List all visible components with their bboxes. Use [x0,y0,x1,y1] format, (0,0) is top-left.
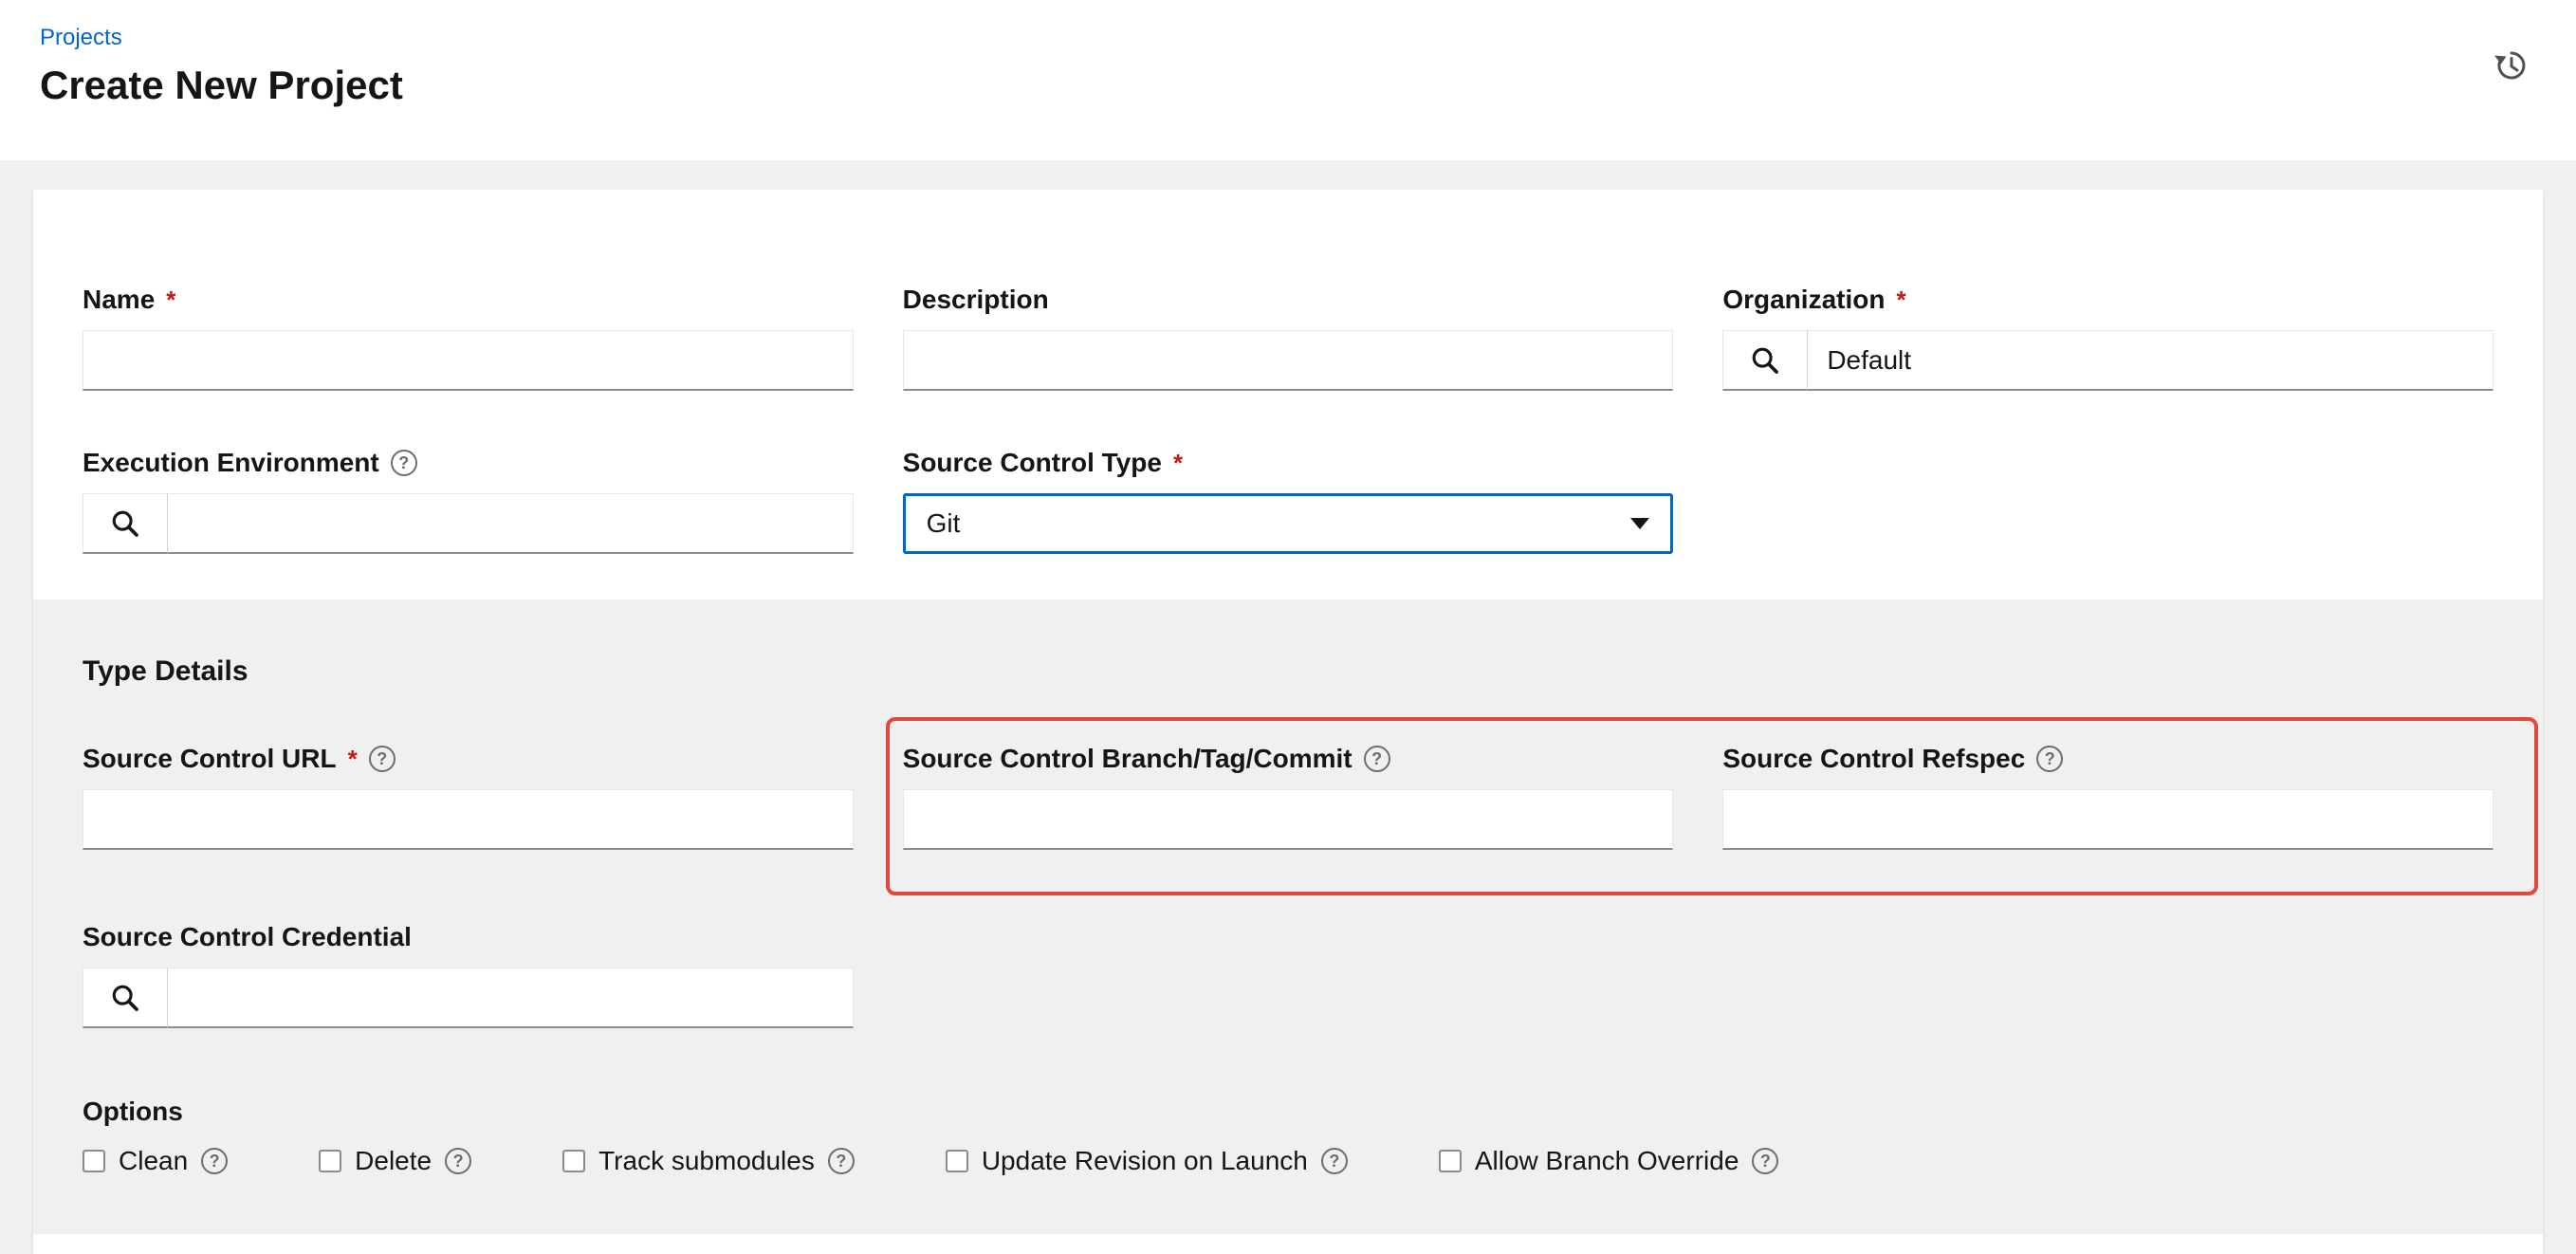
field-source-control-branch: Source Control Branch/Tag/Commit ? [903,744,1674,850]
breadcrumb: Projects [40,25,2576,51]
source-control-branch-input[interactable] [903,789,1674,850]
required-asterisk: * [1173,451,1183,475]
option-track-submodules: Track submodules ? [562,1146,855,1176]
help-icon[interactable]: ? [1364,746,1390,772]
field-description: Description [903,285,1674,391]
required-asterisk: * [166,287,175,312]
execution-environment-search-button[interactable] [83,493,168,554]
empty-cell [1722,448,2493,554]
source-control-refspec-field-label: Source Control Refspec ? [1722,744,2493,774]
organization-search-button[interactable] [1722,330,1808,391]
source-control-credential-label: Source Control Credential [83,922,412,952]
search-icon [109,507,141,540]
empty-cell [1722,922,2493,1028]
main-content: Name * Description Organization [0,160,2576,1254]
track-submodules-checkbox[interactable] [562,1150,585,1172]
source-control-credential-input[interactable] [168,968,854,1028]
source-control-branch-label: Source Control Branch/Tag/Commit [903,744,1352,774]
page-header: Projects Create New Project [0,0,2576,160]
field-source-control-type: Source Control Type * Git [903,448,1674,554]
execution-environment-lookup [83,493,854,554]
option-clean: Clean ? [83,1146,228,1176]
breadcrumb-projects-link[interactable]: Projects [40,25,122,51]
field-source-control-url: Source Control URL * ? [83,744,854,850]
field-organization: Organization * [1722,285,2493,391]
description-field-label: Description [903,285,1674,315]
form-row-3: Source Control URL * ? Source Control Br… [83,744,2493,850]
form-top-section: Name * Description Organization [33,190,2543,599]
help-icon[interactable]: ? [2036,746,2063,772]
source-control-credential-search-button[interactable] [83,968,168,1028]
source-control-url-label: Source Control URL [83,744,337,774]
type-details-heading: Type Details [83,655,2493,689]
form-card: Name * Description Organization [33,190,2543,1254]
source-control-branch-field-label: Source Control Branch/Tag/Commit ? [903,744,1674,774]
name-input[interactable] [83,330,854,391]
execution-environment-input[interactable] [168,493,854,554]
field-source-control-credential: Source Control Credential [83,922,854,1028]
help-icon[interactable]: ? [369,746,396,772]
empty-cell [903,922,1674,1028]
source-control-type-select[interactable]: Git [903,493,1674,554]
description-input[interactable] [903,330,1674,391]
source-control-refspec-input[interactable] [1722,789,2493,850]
description-label: Description [903,285,1049,315]
source-control-type-label: Source Control Type [903,448,1162,478]
clean-label: Clean [119,1146,188,1176]
help-icon[interactable]: ? [828,1148,855,1174]
source-control-refspec-label: Source Control Refspec [1722,744,2025,774]
clean-checkbox[interactable] [83,1150,105,1172]
execution-environment-field-label: Execution Environment ? [83,448,854,478]
help-icon[interactable]: ? [201,1148,228,1174]
source-control-url-input[interactable] [83,789,854,850]
organization-field-label: Organization * [1722,285,2493,315]
source-control-type-value: Git [927,508,961,539]
create-project-page: Projects Create New Project Name * [0,0,2576,1254]
allow-branch-override-label: Allow Branch Override [1475,1146,1739,1176]
history-button[interactable] [2489,43,2534,91]
option-allow-branch-override: Allow Branch Override ? [1439,1146,1779,1176]
execution-environment-label: Execution Environment [83,448,379,478]
search-icon [109,982,141,1014]
form-row-4: Source Control Credential [83,922,2493,1028]
field-source-control-refspec: Source Control Refspec ? [1722,744,2493,850]
source-control-url-field-label: Source Control URL * ? [83,744,854,774]
source-control-type-field-label: Source Control Type * [903,448,1674,478]
options-heading: Options [83,1097,2493,1127]
organization-label: Organization [1722,285,1885,315]
allow-branch-override-checkbox[interactable] [1439,1150,1462,1172]
source-control-credential-field-label: Source Control Credential [83,922,854,952]
form-row-2: Execution Environment ? [83,448,2493,554]
required-asterisk: * [348,747,358,771]
organization-lookup [1722,330,2493,391]
option-delete: Delete ? [319,1146,471,1176]
help-icon[interactable]: ? [1752,1148,1778,1174]
delete-checkbox[interactable] [319,1150,341,1172]
history-icon [2493,46,2530,84]
caret-down-icon [1630,518,1649,529]
page-title: Create New Project [40,63,2576,108]
delete-label: Delete [355,1146,432,1176]
search-icon [1749,344,1781,377]
help-icon[interactable]: ? [1321,1148,1348,1174]
field-execution-environment: Execution Environment ? [83,448,854,554]
option-update-revision-on-launch: Update Revision on Launch ? [946,1146,1348,1176]
name-label: Name [83,285,155,315]
help-icon[interactable]: ? [391,450,417,476]
track-submodules-label: Track submodules [598,1146,815,1176]
field-name: Name * [83,285,854,391]
required-asterisk: * [1896,287,1905,312]
form-row-1: Name * Description Organization [83,285,2493,391]
help-icon[interactable]: ? [445,1148,471,1174]
update-revision-label: Update Revision on Launch [982,1146,1308,1176]
source-control-credential-lookup [83,968,854,1028]
update-revision-checkbox[interactable] [946,1150,968,1172]
options-checkbox-row: Clean ? Delete ? Track submodules ? [83,1146,2493,1176]
type-details-section: Type Details Source Control URL * ? Sour… [33,599,2543,1234]
organization-input[interactable] [1808,330,2493,391]
name-field-label: Name * [83,285,854,315]
